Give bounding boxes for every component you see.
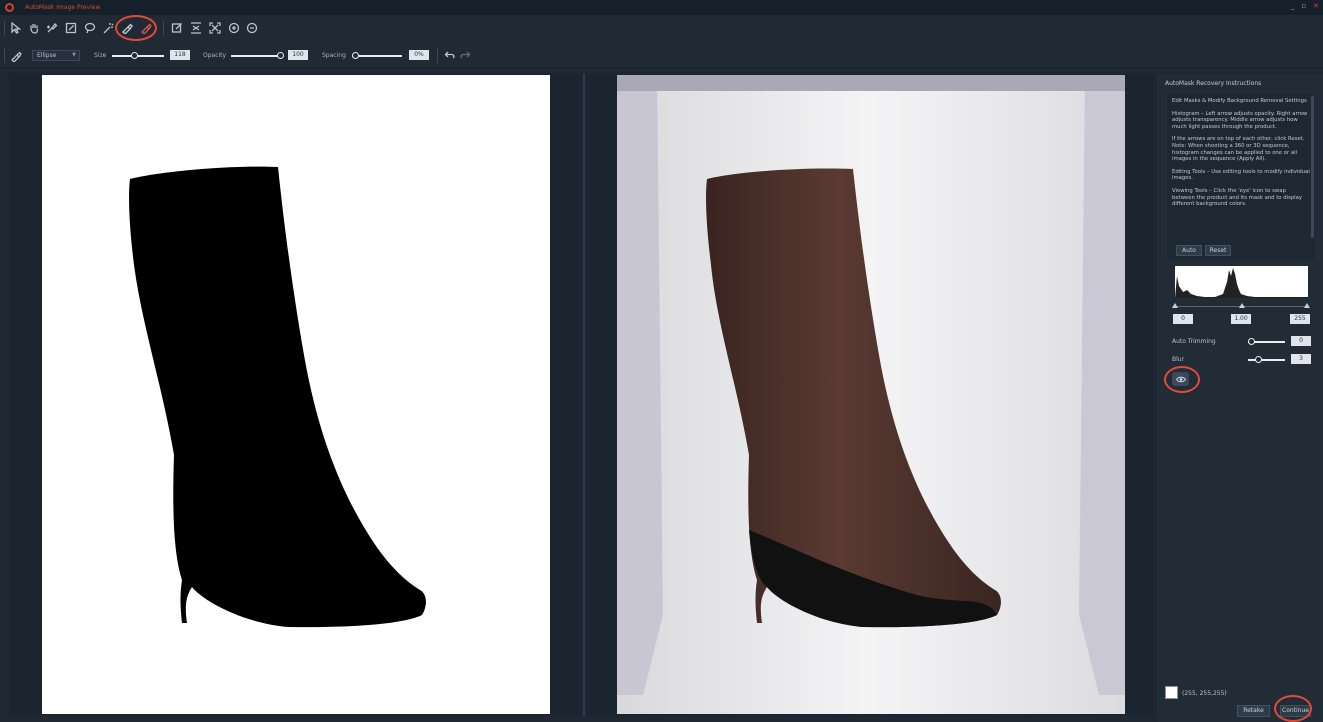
auto-trimming-label: Auto Trimming (1172, 338, 1216, 345)
spacing-slider[interactable] (352, 52, 402, 59)
size-slider-knob[interactable] (131, 52, 139, 59)
boot-mask-silhouette (129, 166, 426, 628)
redo-icon[interactable] (458, 48, 471, 61)
toolbar-divider (4, 48, 5, 63)
retake-button[interactable]: Retake (1237, 705, 1270, 717)
reset-button[interactable]: Reset (1205, 245, 1231, 256)
highlight-ring-tools (115, 15, 157, 41)
auto-trimming-slider[interactable] (1248, 338, 1285, 345)
instruction-text: If the arrows are on top of each other, … (1172, 136, 1305, 163)
histogram-graph (1175, 268, 1308, 298)
window-controls: _ ▫ ✕ (1291, 2, 1319, 10)
highlight-ring-continue (1274, 695, 1312, 722)
toolbar-divider (163, 21, 164, 36)
toolbar-divider (4, 21, 5, 36)
histogram-mid-handle[interactable] (1239, 303, 1245, 308)
size-slider[interactable] (112, 52, 164, 59)
side-panel-title: AutoMask Recovery Instructions (1165, 80, 1262, 87)
brush-shape-icon (9, 49, 22, 62)
background-color-swatch[interactable] (1165, 686, 1178, 699)
brush-edit-icon[interactable] (64, 21, 77, 34)
opacity-value[interactable]: 100 (288, 50, 308, 60)
fit-screen-icon[interactable] (208, 21, 221, 34)
recovery-side-panel: AutoMask Recovery Instructions Edit Mask… (1157, 74, 1323, 722)
spacing-slider-knob[interactable] (352, 52, 359, 59)
instruction-text: Editing Tools – Use editing tools to mod… (1172, 168, 1310, 182)
minimize-button[interactable]: _ (1291, 2, 1295, 10)
instructions-box: Edit Masks & Modify Background Removal S… (1167, 94, 1315, 260)
spacing-value[interactable]: 0% (409, 50, 429, 60)
chevron-down-icon: ▼ (72, 52, 76, 58)
blur-value[interactable]: 3 (1291, 354, 1311, 364)
app-logo-icon (5, 3, 14, 12)
fit-width-icon[interactable] (189, 21, 202, 34)
auto-trimming-knob[interactable] (1248, 338, 1255, 345)
histogram-chart (1175, 266, 1308, 298)
select-arrow-icon[interactable] (9, 21, 22, 34)
maximize-button[interactable]: ▫ (1301, 2, 1306, 10)
title-bar: AutoMask Image Preview _ ▫ ✕ (0, 0, 1323, 15)
auto-button[interactable]: Auto (1176, 245, 1202, 256)
histogram-low-handle[interactable] (1172, 303, 1178, 308)
close-button[interactable]: ✕ (1313, 2, 1319, 10)
blur-slider[interactable] (1248, 356, 1285, 363)
instructions-scrollbar[interactable] (1311, 96, 1314, 238)
brush-add-icon[interactable] (45, 21, 58, 34)
automask-preview-window: AutoMask Image Preview _ ▫ ✕ Ellipse ▼ S… (0, 0, 1323, 722)
background-color-value: (255, 255,255) (1182, 690, 1227, 697)
brush-options-bar: Ellipse ▼ Size 118 Opacity 100 Spacing 0… (0, 43, 1323, 68)
window-title: AutoMask Image Preview (25, 4, 101, 11)
histogram-high-value[interactable]: 255 (1290, 314, 1310, 324)
panel-divider (583, 74, 585, 716)
brush-shape-value: Ellipse (37, 52, 57, 59)
instruction-heading: Edit Masks & Modify Background Removal S… (1172, 98, 1307, 104)
zoom-out-icon[interactable] (245, 21, 258, 34)
highlight-ring-eye (1164, 366, 1200, 393)
auto-trimming-value[interactable]: 0 (1291, 336, 1311, 346)
fit-edit-icon[interactable] (170, 21, 183, 34)
undo-icon[interactable] (443, 48, 456, 61)
size-value[interactable]: 118 (170, 50, 190, 60)
boot-product-photo (617, 75, 1125, 714)
brush-shape-select[interactable]: Ellipse ▼ (32, 50, 80, 61)
toolbar-divider (437, 48, 438, 63)
hand-pan-icon[interactable] (27, 21, 40, 34)
zoom-in-icon[interactable] (227, 21, 240, 34)
size-label: Size (94, 52, 107, 59)
lasso-icon[interactable] (83, 21, 96, 34)
mask-preview-canvas[interactable] (42, 75, 550, 714)
magic-wand-icon[interactable] (101, 21, 114, 34)
histogram-high-handle[interactable] (1304, 303, 1310, 308)
opacity-slider[interactable] (231, 52, 284, 59)
histogram-low-value[interactable]: 0 (1173, 314, 1193, 324)
opacity-slider-knob[interactable] (277, 52, 284, 59)
blur-label: Blur (1172, 356, 1185, 363)
histogram-mid-value[interactable]: 1.00 (1231, 314, 1251, 324)
instruction-text: Viewing Tools – Click the 'eye' icon to … (1172, 187, 1303, 208)
product-preview-canvas[interactable] (617, 75, 1125, 714)
editing-toolbar (0, 15, 1323, 43)
opacity-label: Opacity (203, 52, 227, 59)
spacing-label: Spacing (322, 52, 346, 59)
instruction-text: Histogram – Left arrow adjusts opacity. … (1172, 110, 1308, 130)
